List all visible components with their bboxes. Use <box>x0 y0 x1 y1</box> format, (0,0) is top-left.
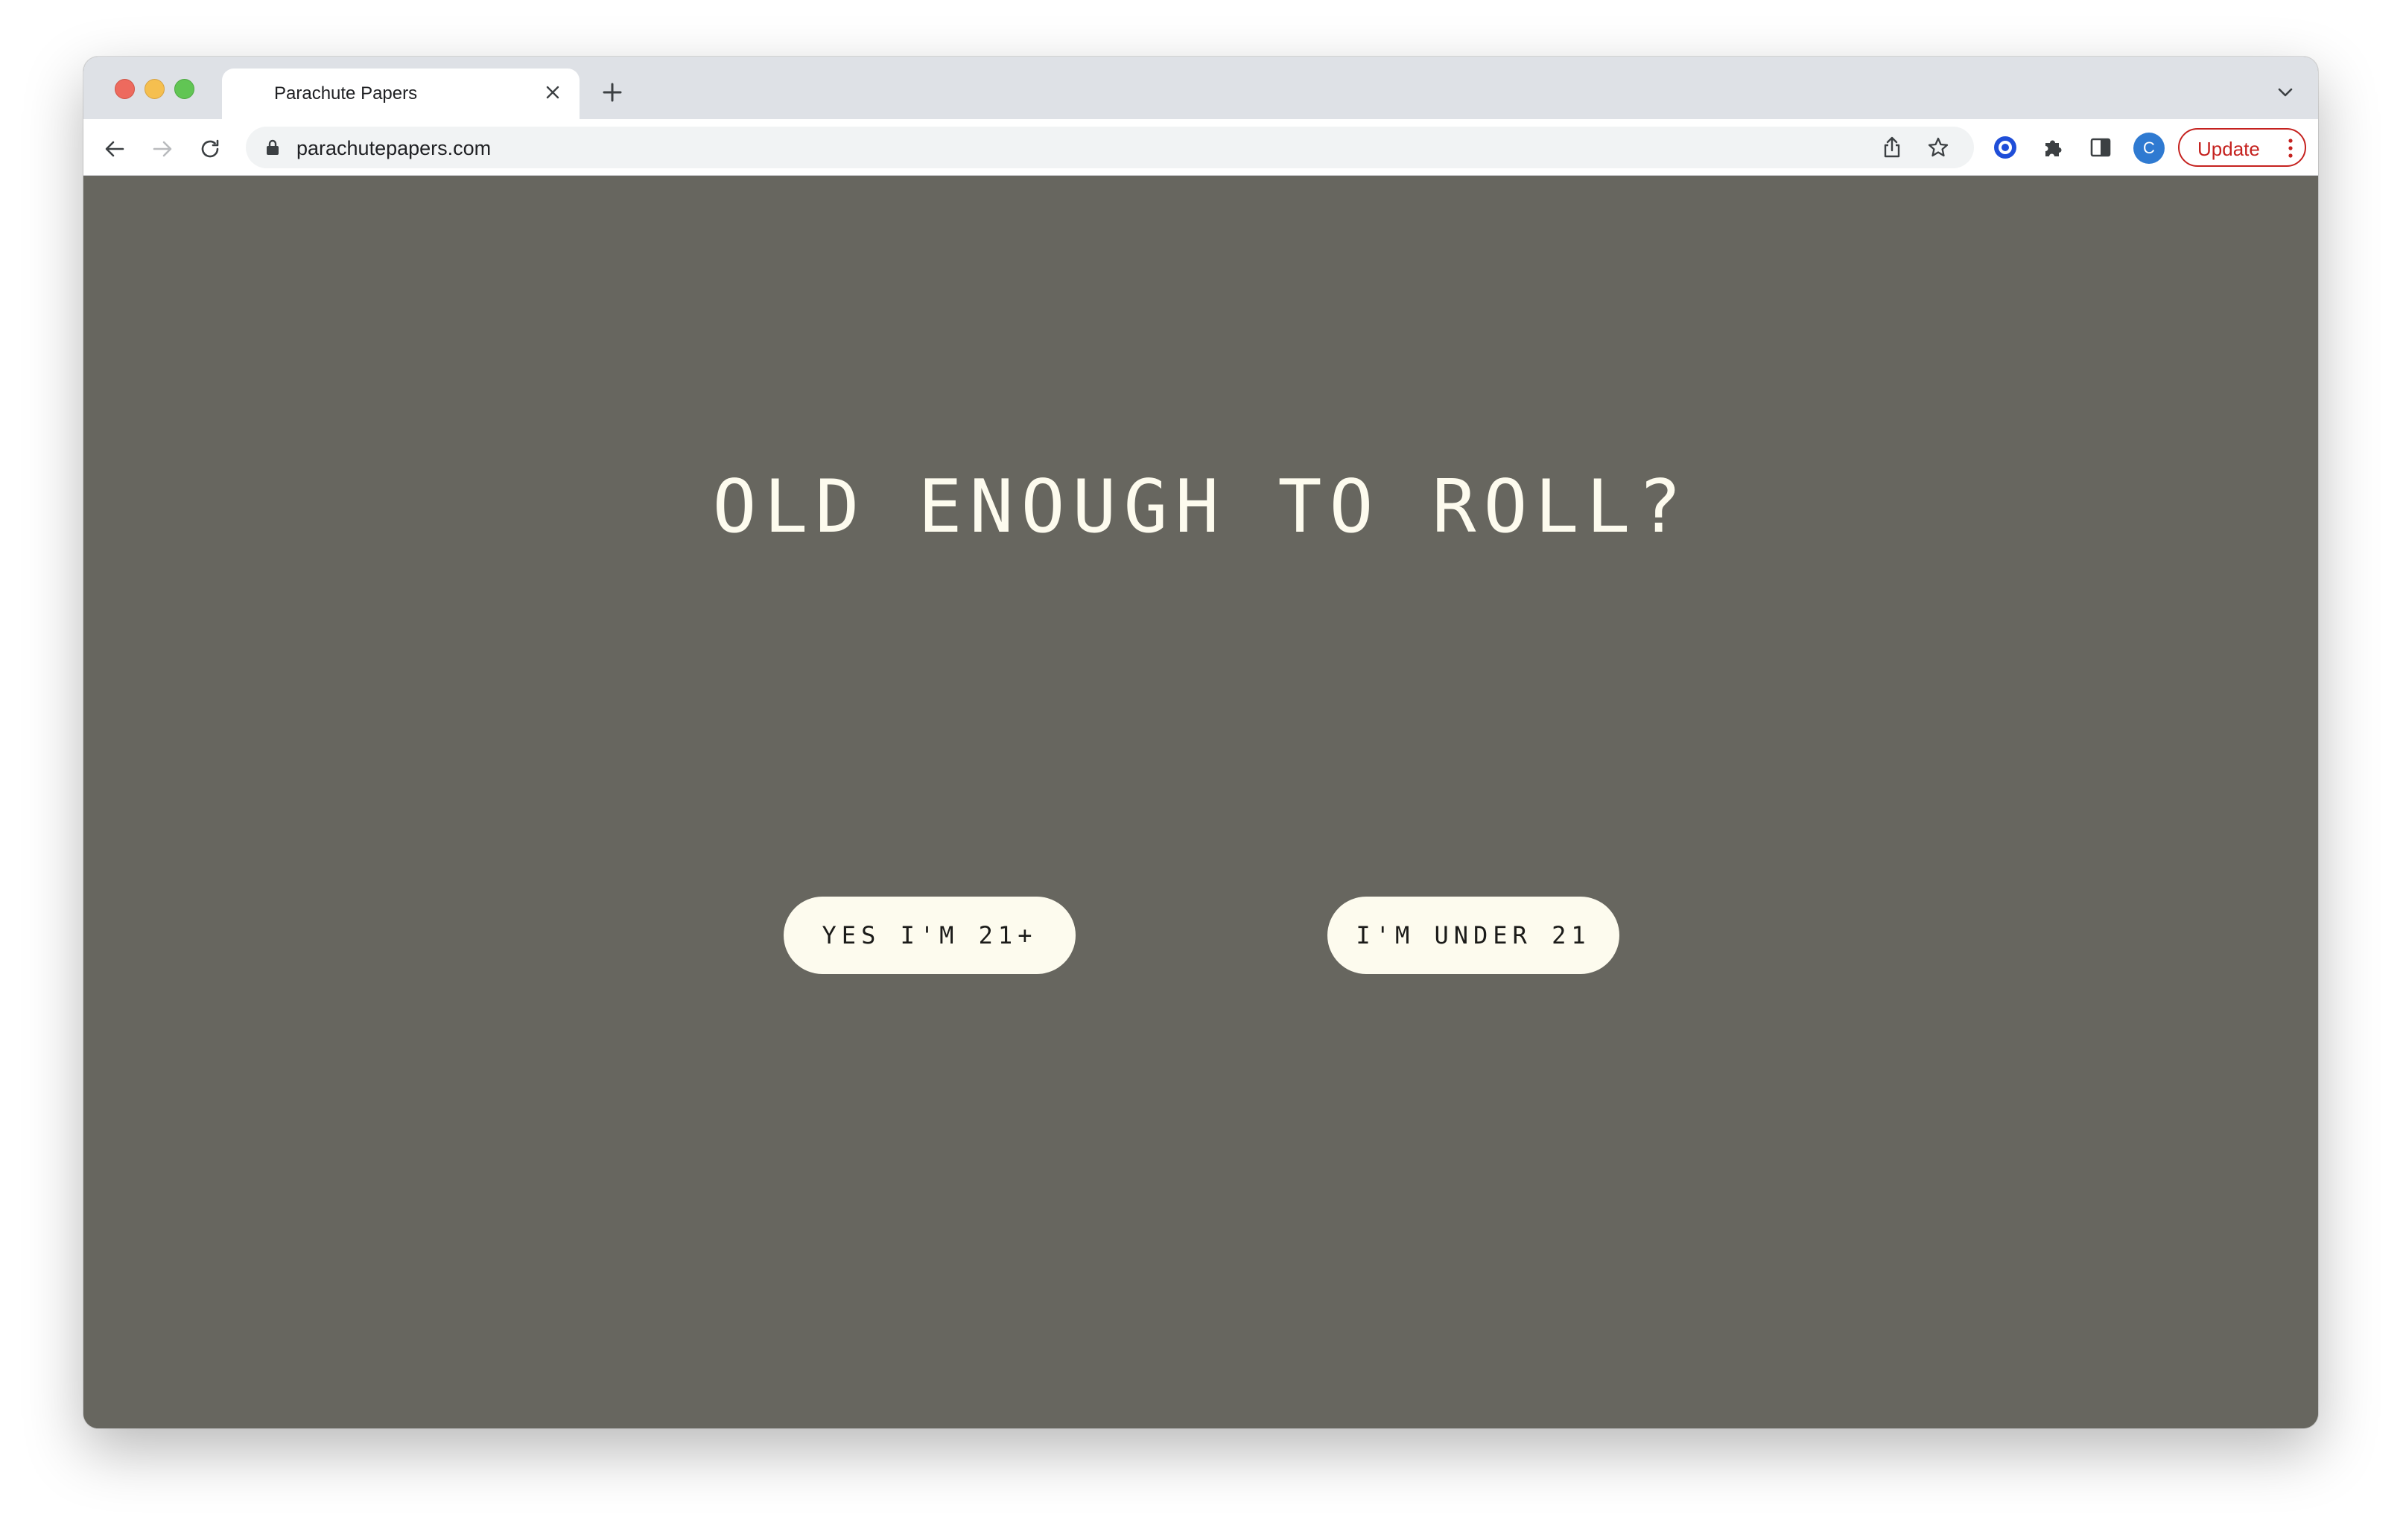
target-icon[interactable] <box>1990 133 2020 162</box>
browser-toolbar: parachutepapers.com C Update <box>83 119 2318 176</box>
under-21-button[interactable]: I'M UNDER 21 <box>1327 897 1619 974</box>
side-panel-icon[interactable] <box>2086 133 2115 162</box>
yes-21-plus-button[interactable]: YES I'M 21+ <box>784 897 1076 974</box>
tab-strip: Parachute Papers <box>83 57 2318 121</box>
arrow-right-icon[interactable] <box>147 134 177 164</box>
minimize-window-button[interactable] <box>145 79 165 99</box>
share-icon[interactable] <box>1879 134 1905 161</box>
update-label: Update <box>2197 138 2260 160</box>
profile-avatar[interactable]: C <box>2133 133 2165 164</box>
reload-icon[interactable] <box>195 134 225 164</box>
age-gate-headline: OLD ENOUGH TO ROLL? <box>712 465 1689 550</box>
tab-parachute-papers[interactable]: Parachute Papers <box>222 69 580 121</box>
maximize-window-button[interactable] <box>174 79 194 99</box>
address-bar[interactable]: parachutepapers.com <box>246 127 1974 168</box>
browser-window: Parachute Papers parachutepapers.com C U… <box>83 57 2318 1428</box>
star-icon[interactable] <box>1925 134 1952 161</box>
arrow-left-icon[interactable] <box>100 134 130 164</box>
tab-title: Parachute Papers <box>274 83 418 104</box>
close-window-button[interactable] <box>115 79 135 99</box>
url-text: parachutepapers.com <box>296 137 492 159</box>
close-icon[interactable] <box>539 79 566 106</box>
puzzle-icon[interactable] <box>2038 133 2068 162</box>
plus-icon[interactable] <box>596 76 629 109</box>
kebab-icon <box>2285 137 2296 159</box>
chevron-down-icon[interactable] <box>2272 79 2299 106</box>
lock-icon[interactable] <box>264 139 282 156</box>
age-gate-page: OLD ENOUGH TO ROLL? YES I'M 21+ I'M UNDE… <box>83 176 2318 1428</box>
update-button[interactable]: Update <box>2178 128 2306 167</box>
